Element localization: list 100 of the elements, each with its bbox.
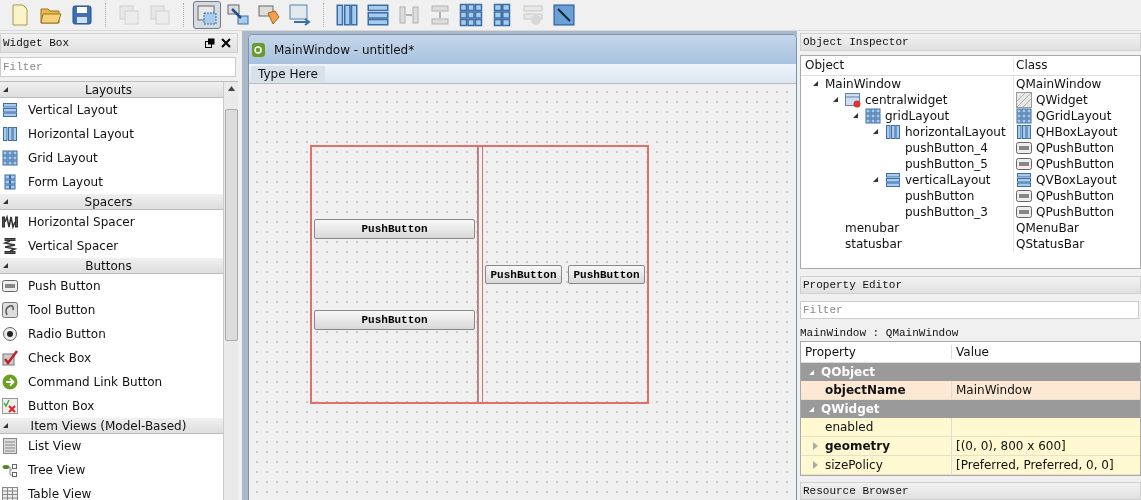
- category-header[interactable]: Layouts: [0, 82, 223, 98]
- property-value[interactable]: [Preferred, Preferred, 0, 0]: [956, 458, 1114, 473]
- grid-layout-icon: [459, 3, 483, 27]
- widget-item[interactable]: Button Box: [0, 394, 223, 418]
- list-icon: [2, 438, 18, 454]
- horizontal-layout-icon: [1016, 123, 1032, 140]
- object-name[interactable]: menubar: [845, 220, 900, 235]
- category-header[interactable]: Item Views (Model-Based): [0, 418, 223, 434]
- check-cross-icon: [2, 398, 18, 414]
- push-button-icon: [2, 278, 18, 294]
- form-layout-icon: [2, 174, 18, 190]
- stacked-squares-icon: [117, 3, 141, 27]
- horizontal-layout-icon: [335, 3, 359, 27]
- category-title: Layouts: [83, 82, 133, 97]
- class-name: QStatusBar: [1016, 236, 1085, 251]
- object-name[interactable]: pushButton: [905, 188, 975, 203]
- push-button-icon: [1016, 155, 1032, 172]
- property-name: sizePolicy: [825, 458, 883, 473]
- scroll-thumb[interactable]: [224, 109, 238, 341]
- class-name: QVBoxLayout: [1036, 172, 1117, 187]
- filter-field[interactable]: Filter: [0, 57, 236, 77]
- widget-item[interactable]: Table View: [0, 482, 223, 500]
- dock-title: Property Editor: [803, 278, 903, 291]
- widget-item[interactable]: Form Layout: [0, 170, 223, 194]
- horizontal-spring-icon: [2, 214, 18, 230]
- save-icon: [70, 3, 94, 27]
- push-button-icon: [1016, 139, 1032, 156]
- widget-item[interactable]: Horizontal Layout: [0, 122, 223, 146]
- dock-title: Widget Box: [3, 37, 69, 49]
- hatched-square-icon: [1016, 91, 1032, 108]
- category-title: Buttons: [84, 258, 133, 273]
- property-value[interactable]: MainWindow: [956, 383, 1032, 398]
- push-button-icon: [1016, 187, 1032, 204]
- column-header[interactable]: Property: [801, 345, 951, 360]
- connect-icon: [226, 3, 250, 27]
- property-name: enabled: [825, 420, 874, 435]
- expand-arrow-icon[interactable]: [872, 177, 878, 183]
- window-title: MainWindow - untitled*: [274, 42, 415, 57]
- grid-layout-button[interactable]: [457, 1, 485, 29]
- tag-icon: [257, 3, 281, 27]
- widget-item[interactable]: Command Link Button: [0, 370, 223, 394]
- tool-button-icon: [2, 302, 18, 318]
- grid-layout-icon: [2, 150, 18, 166]
- object-name[interactable]: gridLayout: [885, 108, 950, 123]
- widget-item[interactable]: Grid Layout: [0, 146, 223, 170]
- widget-item[interactable]: List View: [0, 434, 223, 458]
- widget-item[interactable]: Check Box: [0, 346, 223, 370]
- push-button[interactable]: PushButton: [485, 265, 562, 284]
- object-name[interactable]: pushButton_3: [905, 204, 988, 219]
- widget-item[interactable]: Horizontal Spacer: [0, 210, 223, 234]
- push-button[interactable]: PushButton: [314, 218, 475, 239]
- stacked-squares-icon: [148, 3, 172, 27]
- dock-title: Object Inspector: [803, 35, 909, 48]
- filter-field[interactable]: Filter: [800, 300, 1139, 320]
- close-icon[interactable]: [221, 38, 231, 48]
- break-layout-icon: [521, 3, 545, 27]
- expand-arrow-icon[interactable]: [832, 97, 838, 103]
- vertical-splitter-icon: [428, 3, 452, 27]
- object-class-label: MainWindow : QMainWindow: [800, 326, 960, 342]
- scrollbar[interactable]: [223, 82, 238, 500]
- edit-widgets-button[interactable]: [193, 1, 221, 29]
- grid-layout-icon: [865, 107, 881, 124]
- expand-arrow-icon[interactable]: [852, 113, 858, 119]
- widget-item[interactable]: Vertical Spacer: [0, 234, 223, 258]
- class-name: QGridLayout: [1036, 108, 1112, 123]
- vertical-layout-icon: [885, 171, 901, 188]
- object-name[interactable]: statusbar: [845, 236, 902, 251]
- window-icon: [845, 91, 861, 108]
- object-name[interactable]: centralwidget: [865, 92, 948, 107]
- radio-button-icon: [2, 326, 18, 342]
- float-icon[interactable]: [205, 38, 215, 48]
- push-button[interactable]: PushButton: [568, 265, 645, 284]
- column-header[interactable]: Class: [1013, 58, 1140, 73]
- widget-item[interactable]: Radio Button: [0, 322, 223, 346]
- property-value[interactable]: [(0, 0), 800 x 600]: [956, 439, 1066, 454]
- object-name[interactable]: verticalLayout: [905, 172, 991, 187]
- category-title: Item Views (Model-Based): [29, 418, 188, 433]
- object-name[interactable]: pushButton_5: [905, 156, 988, 171]
- column-header[interactable]: Value: [951, 345, 1140, 360]
- expand-arrow-icon[interactable]: [812, 81, 818, 87]
- property-name: objectName: [825, 383, 906, 398]
- scroll-up-icon[interactable]: [227, 86, 235, 91]
- category-header[interactable]: Spacers: [0, 194, 223, 210]
- push-button[interactable]: PushButton: [314, 310, 475, 331]
- vertical-spring-icon: [2, 238, 18, 254]
- category-header[interactable]: Buttons: [0, 258, 223, 274]
- widget-item[interactable]: Tool Button: [0, 298, 223, 322]
- expand-arrow-icon[interactable]: [872, 129, 878, 135]
- widget-item[interactable]: Push Button: [0, 274, 223, 298]
- adjust-size-button[interactable]: [550, 1, 578, 29]
- vertical-layout-icon: [2, 102, 18, 118]
- object-name[interactable]: horizontalLayout: [905, 124, 1006, 139]
- object-name[interactable]: MainWindow: [825, 76, 901, 91]
- widget-item[interactable]: Vertical Layout: [0, 98, 223, 122]
- widget-item[interactable]: Tree View: [0, 458, 223, 482]
- horizontal-splitter-icon: [397, 3, 421, 27]
- object-name[interactable]: pushButton_4: [905, 140, 988, 155]
- menu-placeholder[interactable]: Type Here: [251, 65, 325, 82]
- property-name: geometry: [825, 439, 891, 454]
- column-header[interactable]: Object: [801, 58, 1013, 73]
